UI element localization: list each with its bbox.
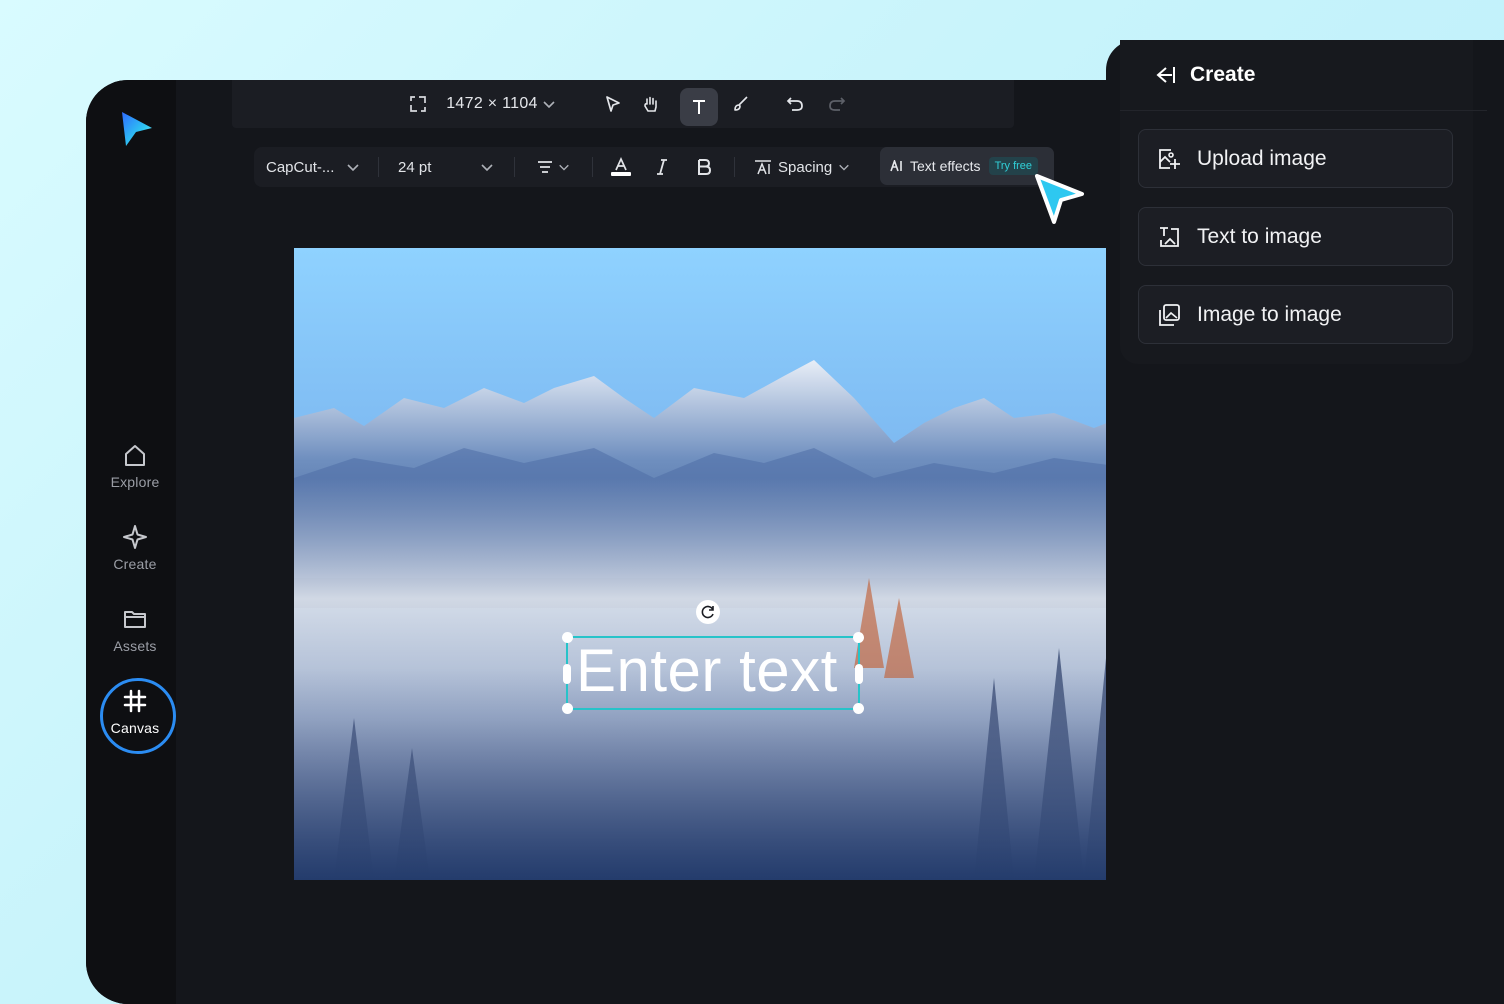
upload-image-label: Upload image	[1197, 147, 1327, 171]
resize-handle[interactable]	[853, 703, 864, 714]
font-size-value: 24 pt	[398, 159, 431, 176]
text-tool-button[interactable]	[680, 88, 718, 126]
text-to-image-button[interactable]: Text to image	[1138, 207, 1453, 266]
divider	[734, 157, 735, 177]
text-effects-label: Text effects	[910, 158, 981, 174]
image-to-image-label: Image to image	[1197, 303, 1342, 327]
spacing-icon	[754, 158, 772, 176]
canvas-image[interactable]: Enter text	[294, 248, 1132, 880]
panel-title: Create	[1190, 63, 1255, 87]
align-select[interactable]	[536, 147, 570, 187]
italic-icon	[654, 158, 670, 176]
divider	[592, 157, 593, 177]
nav-explore[interactable]: Explore	[86, 442, 184, 490]
hand-icon	[642, 95, 660, 113]
create-card: Create Upload image Text to image Image …	[1120, 40, 1473, 364]
spacing-label: Spacing	[778, 159, 832, 176]
font-size-select[interactable]: 24 pt	[398, 147, 494, 187]
canvas-dimensions[interactable]: 1472 × 1104	[446, 80, 538, 128]
nav-create[interactable]: Create	[86, 524, 184, 572]
italic-button[interactable]	[654, 147, 670, 187]
image-to-image-button[interactable]: Image to image	[1138, 285, 1453, 344]
capcut-logo	[116, 110, 154, 148]
collapse-arrow-icon[interactable]	[1154, 65, 1176, 85]
sparkle-icon	[122, 524, 148, 550]
divider	[514, 157, 515, 177]
ai-icon	[890, 160, 904, 172]
panel-header: Create	[1120, 40, 1487, 111]
text-to-image-icon	[1157, 225, 1181, 249]
text-selection-box[interactable]: Enter text	[566, 636, 860, 710]
resize-handle[interactable]	[562, 632, 573, 643]
select-tool-button[interactable]	[598, 80, 628, 128]
text-effects-button[interactable]: Text effects Try free	[880, 147, 1054, 185]
undo-button[interactable]	[780, 80, 810, 128]
side-handle[interactable]	[563, 664, 571, 684]
canvas-grid-icon	[122, 688, 148, 714]
nav-assets[interactable]: Assets	[86, 606, 184, 654]
side-handle[interactable]	[855, 664, 863, 684]
text-tool-icon	[690, 98, 708, 116]
chevron-down-icon	[480, 160, 494, 174]
rotate-handle[interactable]	[696, 600, 720, 624]
home-icon	[122, 442, 148, 468]
nav-canvas-label: Canvas	[111, 720, 160, 736]
upload-image-button[interactable]: Upload image	[1138, 129, 1453, 188]
chevron-down-icon	[346, 160, 360, 174]
dimensions-dropdown[interactable]	[538, 80, 560, 128]
text-color-icon	[610, 156, 632, 178]
font-family-value: CapCut-...	[266, 159, 334, 176]
font-family-select[interactable]: CapCut-...	[266, 147, 360, 187]
left-rail: Explore Create Assets Canvas	[86, 80, 176, 1004]
hand-tool-button[interactable]	[636, 80, 666, 128]
image-to-image-icon	[1157, 303, 1181, 327]
divider	[378, 157, 379, 177]
nav-canvas[interactable]: Canvas	[86, 688, 184, 736]
align-center-icon	[536, 158, 554, 176]
mountain-landscape-image	[294, 248, 1132, 880]
create-panel: Create Upload image Text to image Image …	[1106, 40, 1504, 1004]
chevron-down-icon	[838, 161, 850, 173]
brush-icon	[732, 95, 750, 113]
brush-tool-button[interactable]	[726, 80, 756, 128]
chevron-down-icon	[542, 97, 556, 111]
rotate-icon	[700, 604, 716, 620]
chevron-down-icon	[558, 161, 570, 173]
editor-stage: 1472 × 1104	[176, 80, 1106, 1004]
text-to-image-label: Text to image	[1197, 225, 1322, 249]
resize-icon	[409, 95, 427, 113]
top-toolbar: 1472 × 1104	[232, 80, 1014, 128]
select-cursor-icon	[604, 95, 622, 113]
nav-assets-label: Assets	[113, 638, 156, 654]
canvas-text[interactable]: Enter text	[576, 636, 838, 705]
redo-icon	[828, 95, 846, 113]
pointer-cursor-icon	[1032, 172, 1086, 226]
spacing-select[interactable]: Spacing	[754, 147, 850, 187]
text-color-button[interactable]	[610, 147, 632, 187]
resize-handle[interactable]	[853, 632, 864, 643]
nav-explore-label: Explore	[111, 474, 160, 490]
bold-icon	[696, 158, 712, 176]
nav-create-label: Create	[113, 556, 156, 572]
upload-image-icon	[1157, 147, 1181, 171]
bold-button[interactable]	[696, 147, 712, 187]
try-free-badge: Try free	[989, 157, 1039, 175]
redo-button[interactable]	[822, 80, 852, 128]
undo-icon	[786, 95, 804, 113]
resize-button[interactable]	[404, 80, 432, 128]
folder-icon	[122, 606, 148, 632]
resize-handle[interactable]	[562, 703, 573, 714]
